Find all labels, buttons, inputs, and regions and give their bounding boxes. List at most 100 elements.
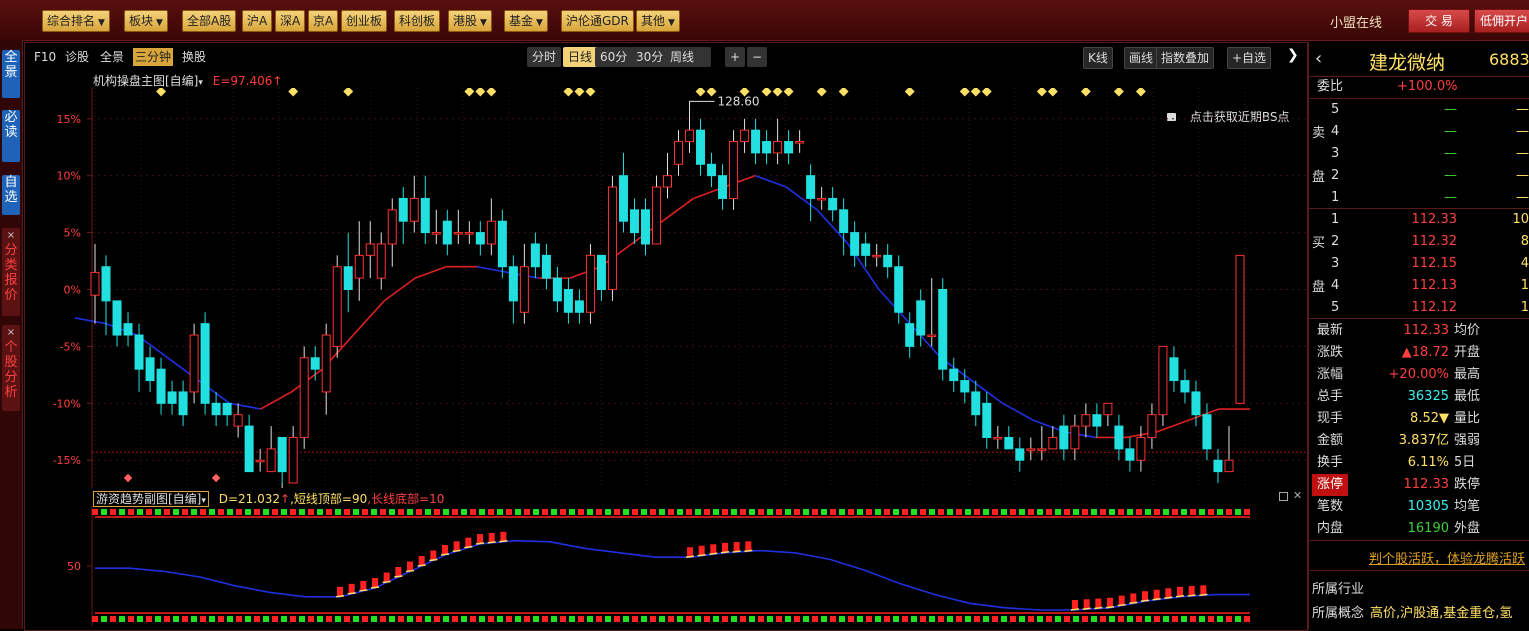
close-tab-icon[interactable]: × [2, 228, 20, 243]
topbar-button[interactable]: 深A [275, 10, 306, 32]
candle [354, 221, 364, 301]
short-top-marker [146, 509, 152, 515]
chart-option-button[interactable]: K线 [1083, 47, 1113, 69]
sell-level-row[interactable]: 3 — — [1309, 143, 1529, 165]
chart-option-button[interactable]: +自选 [1227, 47, 1272, 69]
topbar-button[interactable]: 其他 ▼ [636, 10, 680, 32]
buy-level-row[interactable]: 2 112.32 8 [1309, 231, 1529, 253]
short-top-marker [623, 509, 629, 515]
topbar-button[interactable]: 板块 ▼ [124, 10, 168, 32]
toolbar-item[interactable]: 诊股 [65, 48, 89, 66]
sub-indicator-label[interactable]: 游资趋势副图[自编]▾ D=21.032↑,短线顶部=90,长线底部=10 [93, 490, 444, 507]
promo-banner-link[interactable]: 判个股活跃，体验龙腾活跃 [1369, 548, 1525, 567]
short-top-marker [920, 509, 926, 515]
period-tab[interactable]: 60分 [595, 47, 633, 67]
side-tab[interactable]: × 分类报价 [2, 228, 20, 316]
close-tab-icon[interactable]: × [2, 325, 20, 340]
buy-signal-marker[interactable] [959, 88, 970, 97]
buy-signal-marker[interactable] [464, 88, 475, 97]
sell-level-row[interactable]: 2 — — [1309, 165, 1529, 187]
side-tab[interactable]: 全景 [2, 50, 20, 98]
back-arrow-icon[interactable]: ‹ [1315, 48, 1322, 69]
topbar-button[interactable]: 港股 ▼ [448, 10, 492, 32]
toolbar-item[interactable]: F10 [34, 48, 56, 66]
momentum-dash [1105, 606, 1115, 609]
trade-button[interactable]: 交 易 [1408, 9, 1470, 33]
buy-signal-marker[interactable] [563, 88, 574, 97]
short-top-marker [110, 509, 116, 515]
buy-signal-marker[interactable] [475, 88, 486, 97]
buy-signal-marker[interactable] [574, 88, 585, 97]
buy-level-volume: 10 [1512, 212, 1529, 227]
short-top-marker [452, 509, 458, 515]
buy-signal-marker[interactable] [1113, 88, 1124, 97]
buy-level-row[interactable]: 5 112.12 1 [1309, 297, 1529, 319]
sell-signal-marker[interactable] [123, 473, 133, 483]
stat-label-secondary: 跌停 [1454, 477, 1481, 492]
main-indicator-name[interactable]: 机构操盘主图[自编] [93, 74, 198, 88]
buy-signal-marker[interactable] [288, 88, 299, 97]
open-account-button[interactable]: 低佣开户 [1474, 9, 1529, 33]
sell-level-row[interactable]: 5 — — [1309, 99, 1529, 121]
long-bottom-marker [407, 616, 413, 622]
topbar-button[interactable]: 沪A [242, 10, 273, 32]
buy-signal-marker[interactable] [816, 88, 827, 97]
topbar-button[interactable]: 全部A股 [182, 10, 237, 32]
side-tab[interactable]: × 个股分析 [2, 325, 20, 411]
buy-level-row[interactable]: 1 112.33 10 [1309, 209, 1529, 231]
maximize-icon[interactable] [1279, 492, 1288, 501]
topbar-button[interactable]: 京A [308, 10, 339, 32]
buy-signal-marker[interactable] [585, 88, 596, 97]
buy-signal-marker[interactable] [981, 88, 992, 97]
buy-signal-marker[interactable] [772, 88, 783, 97]
sell-signal-marker[interactable] [211, 473, 221, 483]
momentum-dash [1082, 607, 1091, 611]
topbar-button[interactable]: 科创板 [394, 10, 441, 32]
long-bottom-marker [956, 616, 962, 622]
period-tab[interactable]: 周线 [665, 47, 711, 67]
buy-signal-marker[interactable] [1080, 88, 1091, 97]
zoom-out-button[interactable]: − [747, 47, 768, 67]
buy-signal-marker[interactable] [695, 88, 706, 97]
period-tab[interactable]: 30分 [631, 47, 669, 67]
candle-body [167, 391, 177, 404]
topbar-button[interactable]: 综合排名 ▼ [42, 10, 110, 32]
buy-signal-marker[interactable] [156, 88, 167, 97]
side-tab[interactable]: 自选 [2, 175, 20, 215]
sub-indicator-name[interactable]: 游资趋势副图[自编]▾ [93, 491, 209, 507]
period-tab[interactable]: 日线 [563, 47, 598, 67]
candle-body [762, 141, 772, 154]
short-top-marker [983, 509, 989, 515]
buy-signal-marker[interactable] [970, 88, 981, 97]
chart-option-button[interactable]: 画线 [1124, 47, 1159, 69]
buy-signal-marker[interactable] [486, 88, 497, 97]
main-indicator-label[interactable]: 机构操盘主图[自编]▾ E=97.406↑ [93, 72, 282, 89]
buy-level-row[interactable]: 3 112.15 4 [1309, 253, 1529, 275]
buy-signal-marker[interactable] [783, 88, 794, 97]
topbar-button[interactable]: 基金 ▼ [504, 10, 548, 32]
close-icon[interactable]: ✕ [1293, 489, 1302, 502]
buy-signal-marker[interactable] [761, 88, 772, 97]
topbar-button[interactable]: 创业板 [341, 10, 388, 32]
buy-level-row[interactable]: 4 112.13 1 [1309, 275, 1529, 297]
collapse-panel-icon[interactable]: ❯ [1287, 47, 1299, 63]
period-tab[interactable]: 分时 [527, 47, 562, 67]
buy-signal-marker[interactable] [838, 88, 849, 97]
toolbar-item[interactable]: 全景 [100, 48, 124, 66]
toolbar-item[interactable]: 换股 [182, 48, 206, 66]
sub-indicator-d-value: D=21.032↑ [218, 492, 291, 506]
sell-level-row[interactable]: 1 — — [1309, 187, 1529, 209]
buy-signal-marker[interactable] [1036, 88, 1047, 97]
candle [762, 130, 772, 165]
buy-signal-marker[interactable] [1047, 88, 1058, 97]
toolbar-item[interactable]: 三分钟 [133, 48, 174, 66]
buy-signal-marker[interactable] [904, 88, 915, 97]
sell-level-row[interactable]: 4 — — [1309, 121, 1529, 143]
buy-signal-marker[interactable] [343, 88, 354, 97]
buy-signal-marker[interactable] [1135, 88, 1146, 97]
topbar-button[interactable]: 沪伦通GDR [561, 10, 634, 32]
side-tab[interactable]: 必读 [2, 110, 20, 162]
chart-option-button[interactable]: 指数叠加 [1156, 47, 1215, 69]
buy-signal-marker[interactable] [706, 88, 717, 97]
zoom-in-button[interactable]: + [725, 47, 746, 67]
